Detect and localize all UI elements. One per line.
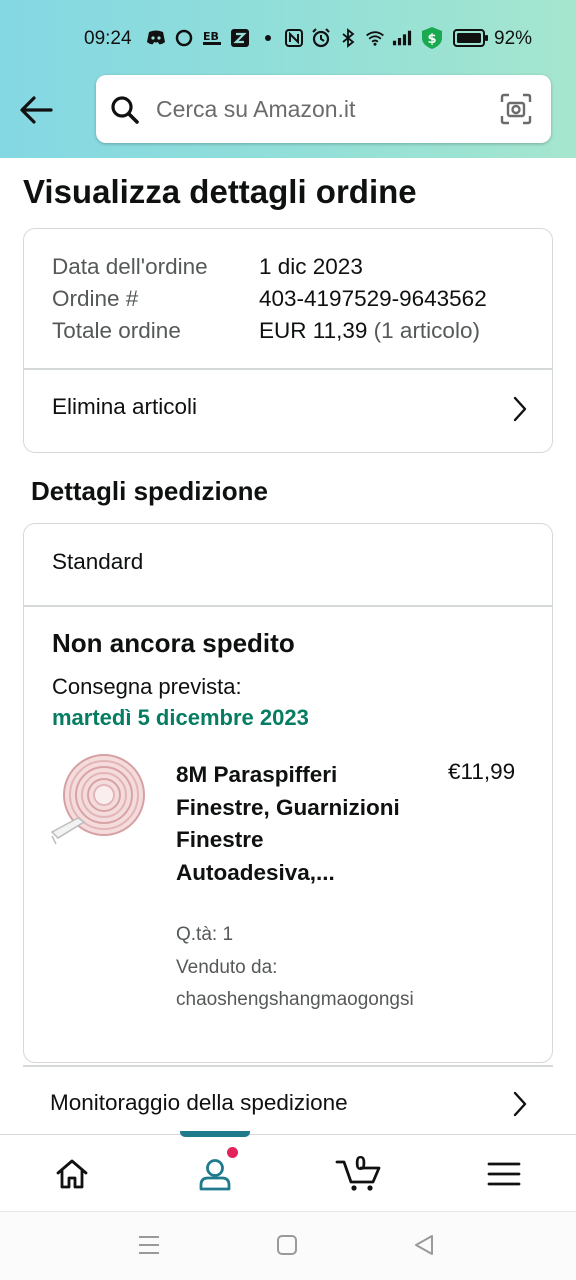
order-total-label: Totale ordine (52, 318, 181, 343)
battery-percent: 92% (494, 28, 533, 49)
product-title[interactable]: 8M Paraspifferi Finestre, Guarnizioni Fi… (176, 759, 406, 889)
delivery-label: Consegna prevista: (52, 674, 242, 699)
home-square-icon[interactable] (276, 1234, 298, 1256)
back-triangle-icon[interactable] (413, 1234, 435, 1256)
vpn-shield-icon: $ (419, 27, 445, 49)
chevron-right-icon (513, 1091, 527, 1117)
divider (24, 605, 552, 607)
status-system-icons: $ (284, 27, 490, 49)
shipment-section-title: Dettagli spedizione (31, 476, 268, 506)
seller-label: Venduto da: (176, 957, 278, 978)
nav-menu[interactable] (432, 1135, 576, 1212)
nav-account[interactable] (143, 1135, 287, 1212)
status-time: 09:24 (84, 28, 132, 49)
svg-text:$: $ (428, 32, 437, 47)
circle-app-icon (174, 28, 194, 48)
header: 09:24 EB $ 92% Cerca su Amazon.it (0, 0, 576, 158)
search-icon[interactable] (110, 95, 140, 125)
eb-app-icon: EB (202, 28, 222, 48)
svg-text:EB: EB (203, 30, 219, 43)
bottom-nav: 0 (0, 1131, 576, 1212)
account-icon (199, 1158, 231, 1190)
order-item-count: (1 articolo) (373, 318, 480, 343)
cart-count: 0 (355, 1153, 367, 1175)
camera-search-icon[interactable] (500, 93, 532, 125)
signal-icon (392, 28, 412, 48)
shipment-status: Non ancora spedito (52, 628, 295, 658)
order-number-value: 403-4197529-9643562 (259, 286, 487, 311)
z-app-icon (230, 28, 250, 48)
order-summary-card: Data dell'ordine 1 dic 2023 Ordine # 403… (23, 228, 553, 453)
remove-items-label: Elimina articoli (52, 394, 198, 419)
status-bar: 09:24 EB $ 92% (0, 22, 576, 56)
recent-apps-icon[interactable] (138, 1234, 160, 1256)
back-button[interactable] (16, 90, 56, 130)
order-date-label: Data dell'ordine (52, 254, 208, 279)
system-nav-bar (0, 1211, 576, 1280)
delivery-date: martedì 5 dicembre 2023 (52, 705, 309, 730)
battery-icon (452, 28, 490, 48)
dot-icon (258, 28, 278, 48)
discord-icon (146, 28, 166, 48)
track-shipment-row[interactable]: Monitoraggio della spedizione (0, 1066, 576, 1134)
order-total-amount: EUR 11,39 (259, 318, 368, 343)
wifi-icon (365, 28, 385, 48)
product-quantity: Q.tà: 1 (176, 924, 234, 945)
track-shipment-label: Monitoraggio della spedizione (50, 1090, 348, 1115)
seller-name: chaoshengshangmaogongsi (176, 989, 414, 1010)
order-date-value: 1 dic 2023 (259, 254, 363, 279)
search-bar[interactable] (96, 75, 551, 143)
alarm-icon (311, 28, 331, 48)
status-app-icons: EB (146, 28, 278, 48)
shipment-card: Standard Non ancora spedito Consegna pre… (23, 523, 553, 1063)
order-total-value: EUR 11,39 (1 articolo) (259, 318, 480, 344)
home-icon (56, 1159, 88, 1188)
bluetooth-icon (338, 28, 358, 48)
chevron-right-icon (513, 396, 527, 422)
shipping-method: Standard (52, 549, 144, 574)
menu-icon (487, 1162, 521, 1185)
order-number-label: Ordine # (52, 286, 139, 311)
notification-dot (227, 1147, 238, 1158)
nav-home[interactable] (0, 1135, 144, 1212)
nfc-icon (284, 28, 304, 48)
search-input[interactable] (156, 93, 486, 125)
product-price: €11,99 (448, 759, 516, 784)
remove-items-row[interactable]: Elimina articoli (24, 370, 552, 452)
product-image[interactable] (50, 750, 154, 854)
arrow-left-icon (20, 96, 53, 124)
page-title: Visualizza dettagli ordine (23, 173, 417, 210)
